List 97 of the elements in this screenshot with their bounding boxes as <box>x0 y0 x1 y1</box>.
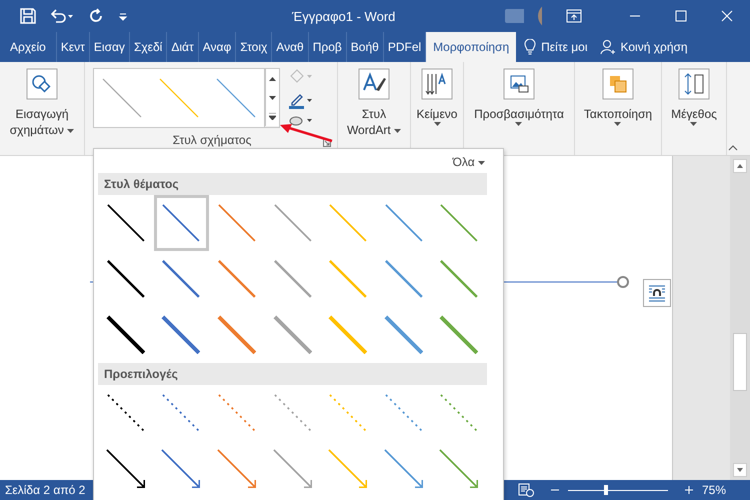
dashed-line-icon <box>272 393 313 433</box>
text-button[interactable]: Κείμενο <box>412 68 462 126</box>
accessibility-button[interactable]: Προσβασιμότητα <box>470 68 568 126</box>
zoom-slider-thumb[interactable] <box>604 485 608 495</box>
read-mode-icon[interactable] <box>518 483 534 497</box>
caret-icon <box>394 128 402 133</box>
layout-options-button[interactable] <box>643 279 671 307</box>
tell-me-link[interactable]: Πείτε μοι <box>541 40 588 54</box>
section-header: Προεπιλογές <box>98 363 487 385</box>
diagonal-line-icon <box>384 315 424 355</box>
zoom-percent[interactable]: 75% <box>702 483 726 497</box>
diagonal-line-icon <box>161 203 202 243</box>
dashed-line-icon <box>328 393 368 433</box>
dashed-line-icon <box>384 393 424 433</box>
zoom-in-icon[interactable] <box>684 485 694 495</box>
section-header: Στυλ θέματος <box>98 173 487 195</box>
diagonal-line-icon <box>439 259 480 299</box>
diagonal-line-icon <box>272 259 313 299</box>
diagonal-line-icon <box>161 315 202 355</box>
page-count[interactable]: Σελίδα 2 από 2 <box>5 483 86 497</box>
more-caret-icon <box>269 113 276 120</box>
dialog-launcher-icon[interactable] <box>323 139 331 147</box>
diagonal-line-icon <box>328 203 368 243</box>
collapse-ribbon-icon[interactable] <box>728 145 738 151</box>
scroll-thumb[interactable] <box>733 333 747 391</box>
diagonal-line-icon <box>216 78 256 118</box>
undo-icon[interactable] <box>50 8 74 24</box>
diagonal-line-icon <box>161 259 202 299</box>
diagonal-line-icon <box>216 315 257 355</box>
close-icon[interactable] <box>721 10 733 22</box>
caret-icon <box>67 128 74 133</box>
arrange-icon <box>602 68 634 100</box>
size-icon <box>678 68 710 100</box>
wordart-icon <box>358 68 390 100</box>
save-icon[interactable] <box>20 8 36 24</box>
window-title: Έγγραφο1 - Word <box>292 8 396 24</box>
text-direction-icon <box>421 68 453 100</box>
diagonal-line-icon <box>106 315 146 355</box>
diagonal-line-icon <box>439 203 480 243</box>
diagonal-line-icon <box>328 315 368 355</box>
arrow-icon <box>272 449 313 489</box>
person-add-icon <box>600 39 616 55</box>
caret-icon <box>614 122 622 126</box>
arrow-icon <box>161 449 202 489</box>
dashed-line-icon <box>439 393 480 433</box>
diagonal-line-icon <box>328 259 368 299</box>
zoom-slider[interactable] <box>568 484 668 496</box>
text-wrap-icon <box>648 284 666 302</box>
diagonal-line-icon <box>106 259 146 299</box>
customize-caret-icon[interactable] <box>118 11 128 21</box>
scroll-down-icon[interactable] <box>733 463 747 477</box>
ribbon-tab[interactable]: Μορφοποίηση <box>426 32 516 62</box>
gallery-up-button[interactable] <box>265 69 279 88</box>
diagonal-line-icon <box>384 203 424 243</box>
filter-dropdown[interactable]: Όλα <box>450 151 487 173</box>
dashed-line-icon <box>216 393 257 433</box>
group-label: Στυλ σχήματος <box>172 133 252 147</box>
dashed-line-icon <box>106 393 146 433</box>
size-button[interactable]: Μέγεθος <box>667 68 721 126</box>
annotation-arrow <box>278 121 334 143</box>
diagonal-line-icon <box>106 203 146 243</box>
diagonal-line-icon <box>272 315 313 355</box>
arrange-button[interactable]: Τακτοποίηση <box>580 68 656 126</box>
diagonal-line-icon <box>158 78 199 118</box>
caret-icon <box>434 122 440 126</box>
arrow-icon <box>439 449 480 489</box>
diagonal-line-icon <box>439 315 480 355</box>
fill-bucket-icon[interactable] <box>288 68 314 84</box>
scroll-up-icon[interactable] <box>733 159 747 173</box>
vertical-scrollbar[interactable] <box>730 156 750 480</box>
alt-text-icon <box>502 68 535 100</box>
diagonal-line-icon <box>272 203 313 243</box>
down-caret-icon <box>269 96 276 100</box>
gallery-more-button[interactable] <box>265 107 279 126</box>
caret-icon <box>690 122 698 126</box>
caret-icon <box>478 160 485 165</box>
arrow-icon <box>328 449 368 489</box>
caret-icon <box>515 122 522 126</box>
shapes-icon <box>26 68 58 100</box>
redo-icon[interactable] <box>88 8 104 24</box>
up-caret-icon <box>269 76 276 80</box>
lightbulb-icon <box>524 39 536 55</box>
shape-effects-icon[interactable] <box>288 116 314 126</box>
arrow-icon <box>384 449 424 489</box>
dashed-line-icon <box>161 393 202 433</box>
maximize-icon[interactable] <box>675 10 687 22</box>
diagonal-line-icon <box>102 78 142 118</box>
diagonal-line-icon <box>216 259 257 299</box>
arrow-icon <box>216 449 257 489</box>
wordart-styles-button[interactable]: Στυλ WordArt <box>338 68 410 138</box>
ribbon-display-icon[interactable] <box>566 9 582 23</box>
blurred-account-name <box>505 7 524 25</box>
diagonal-line-icon <box>384 259 424 299</box>
insert-shapes-button[interactable]: Εισαγωγή σχημάτων <box>0 68 84 138</box>
diagonal-line-icon <box>216 203 257 243</box>
arrow-icon <box>106 449 146 489</box>
share-button[interactable]: Κοινή χρήση <box>620 40 688 54</box>
